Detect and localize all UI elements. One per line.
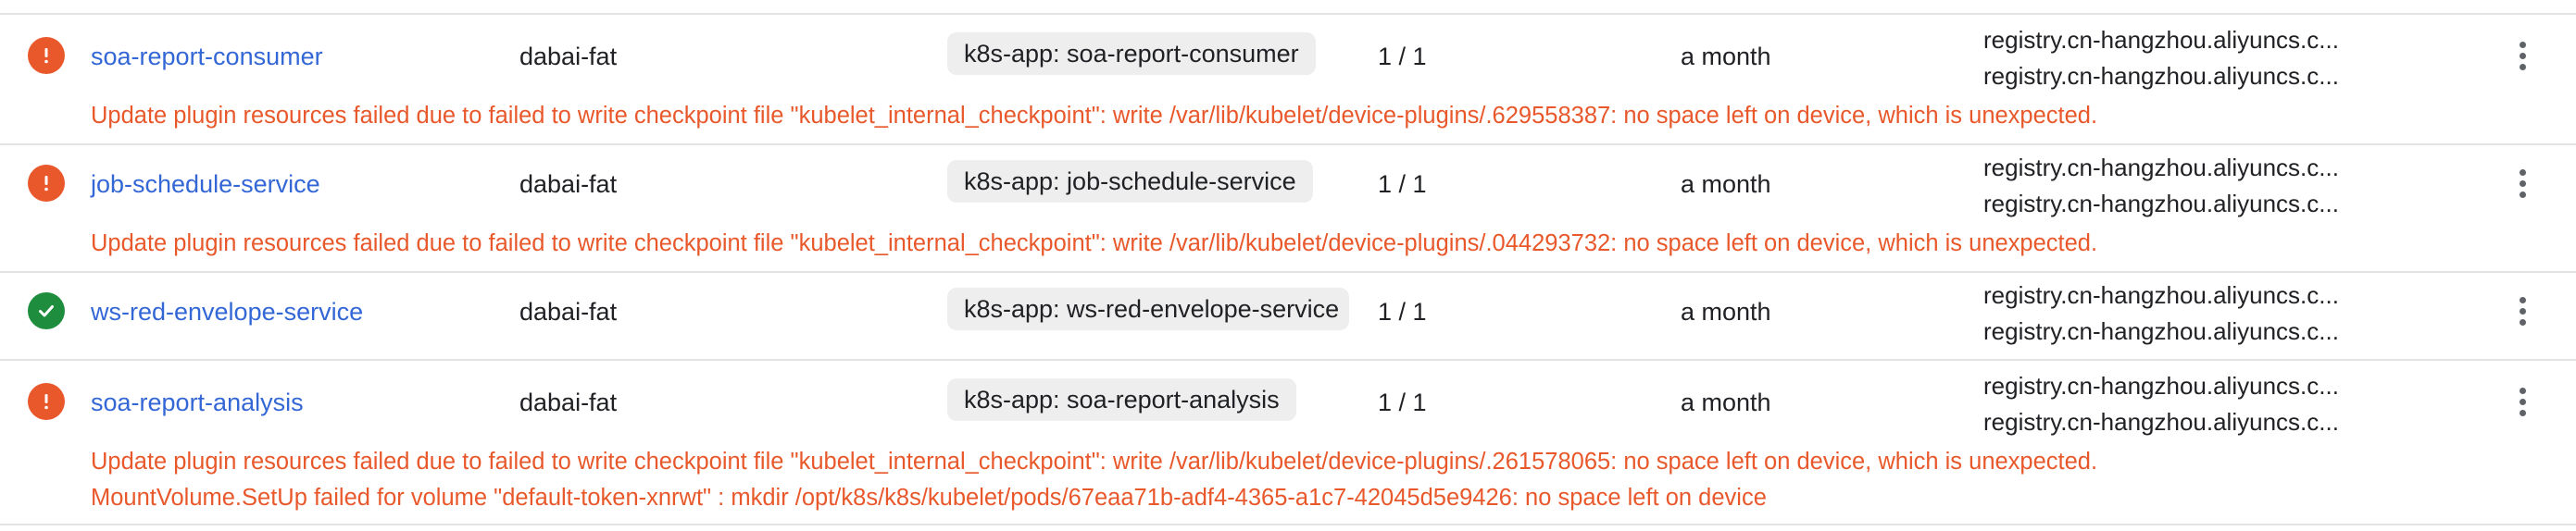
table-row: soa-report-consumer dabai-fat k8s-app: s… [0, 15, 2576, 145]
label-chip: k8s-app: ws-red-envelope-service [947, 288, 1349, 330]
images-list: registry.cn-hangzhou.aliyuncs.c... regis… [1983, 150, 2372, 222]
error-status-icon [28, 165, 65, 202]
images-list: registry.cn-hangzhou.aliyuncs.c... regis… [1983, 368, 2372, 440]
image-name: registry.cn-hangzhou.aliyuncs.c... [1983, 372, 2339, 400]
table-divider [0, 524, 2576, 525]
image-name: registry.cn-hangzhou.aliyuncs.c... [1983, 281, 2339, 309]
namespace: dabai-fat [519, 43, 618, 70]
image-name: registry.cn-hangzhou.aliyuncs.c... [1983, 154, 2339, 181]
workload-name-link[interactable]: ws-red-envelope-service [91, 296, 363, 327]
image-name: registry.cn-hangzhou.aliyuncs.c... [1983, 408, 2339, 436]
image-name: registry.cn-hangzhou.aliyuncs.c... [1983, 26, 2339, 54]
pods-count: 1 / 1 [1378, 170, 1427, 198]
pods-count: 1 / 1 [1378, 389, 1427, 416]
pods-count: 1 / 1 [1378, 43, 1427, 70]
label-chip: k8s-app: soa-report-consumer [947, 32, 1316, 75]
more-vert-icon[interactable] [2506, 37, 2539, 74]
checkmark-status-icon [28, 292, 65, 329]
table-row: job-schedule-service dabai-fat k8s-app: … [0, 142, 2576, 273]
error-status-icon [28, 37, 65, 74]
error-status-icon [28, 383, 65, 420]
error-message: MountVolume.SetUp failed for volume "def… [91, 485, 1767, 511]
more-vert-icon[interactable] [2506, 292, 2539, 329]
pods-count: 1 / 1 [1378, 298, 1427, 326]
image-name: registry.cn-hangzhou.aliyuncs.c... [1983, 190, 2339, 217]
age: a month [1681, 389, 1771, 416]
namespace: dabai-fat [519, 389, 618, 416]
table-row: soa-report-analysis dabai-fat k8s-app: s… [0, 361, 2576, 525]
age: a month [1681, 298, 1771, 326]
status-messages: Update plugin resources failed due to fa… [0, 444, 2576, 525]
status-messages: Update plugin resources failed due to fa… [0, 226, 2576, 271]
label-chip: k8s-app: job-schedule-service [947, 160, 1313, 203]
namespace: dabai-fat [519, 170, 618, 198]
workload-name-link[interactable]: soa-report-consumer [91, 41, 323, 72]
status-messages: Update plugin resources failed due to fa… [0, 98, 2576, 143]
more-vert-icon[interactable] [2506, 383, 2539, 420]
workload-name-link[interactable]: job-schedule-service [91, 168, 320, 200]
label-chip: k8s-app: soa-report-analysis [947, 378, 1296, 421]
workload-name-link[interactable]: soa-report-analysis [91, 387, 304, 418]
namespace: dabai-fat [519, 298, 618, 326]
images-list: registry.cn-hangzhou.aliyuncs.c... regis… [1983, 278, 2372, 350]
table-row: ws-red-envelope-service dabai-fat k8s-ap… [0, 270, 2576, 361]
workloads-table: soa-report-consumer dabai-fat k8s-app: s… [0, 0, 2576, 531]
image-name: registry.cn-hangzhou.aliyuncs.c... [1983, 317, 2339, 345]
more-vert-icon[interactable] [2506, 165, 2539, 202]
image-name: registry.cn-hangzhou.aliyuncs.c... [1983, 62, 2339, 90]
images-list: registry.cn-hangzhou.aliyuncs.c... regis… [1983, 22, 2372, 94]
age: a month [1681, 170, 1771, 198]
age: a month [1681, 43, 1771, 70]
